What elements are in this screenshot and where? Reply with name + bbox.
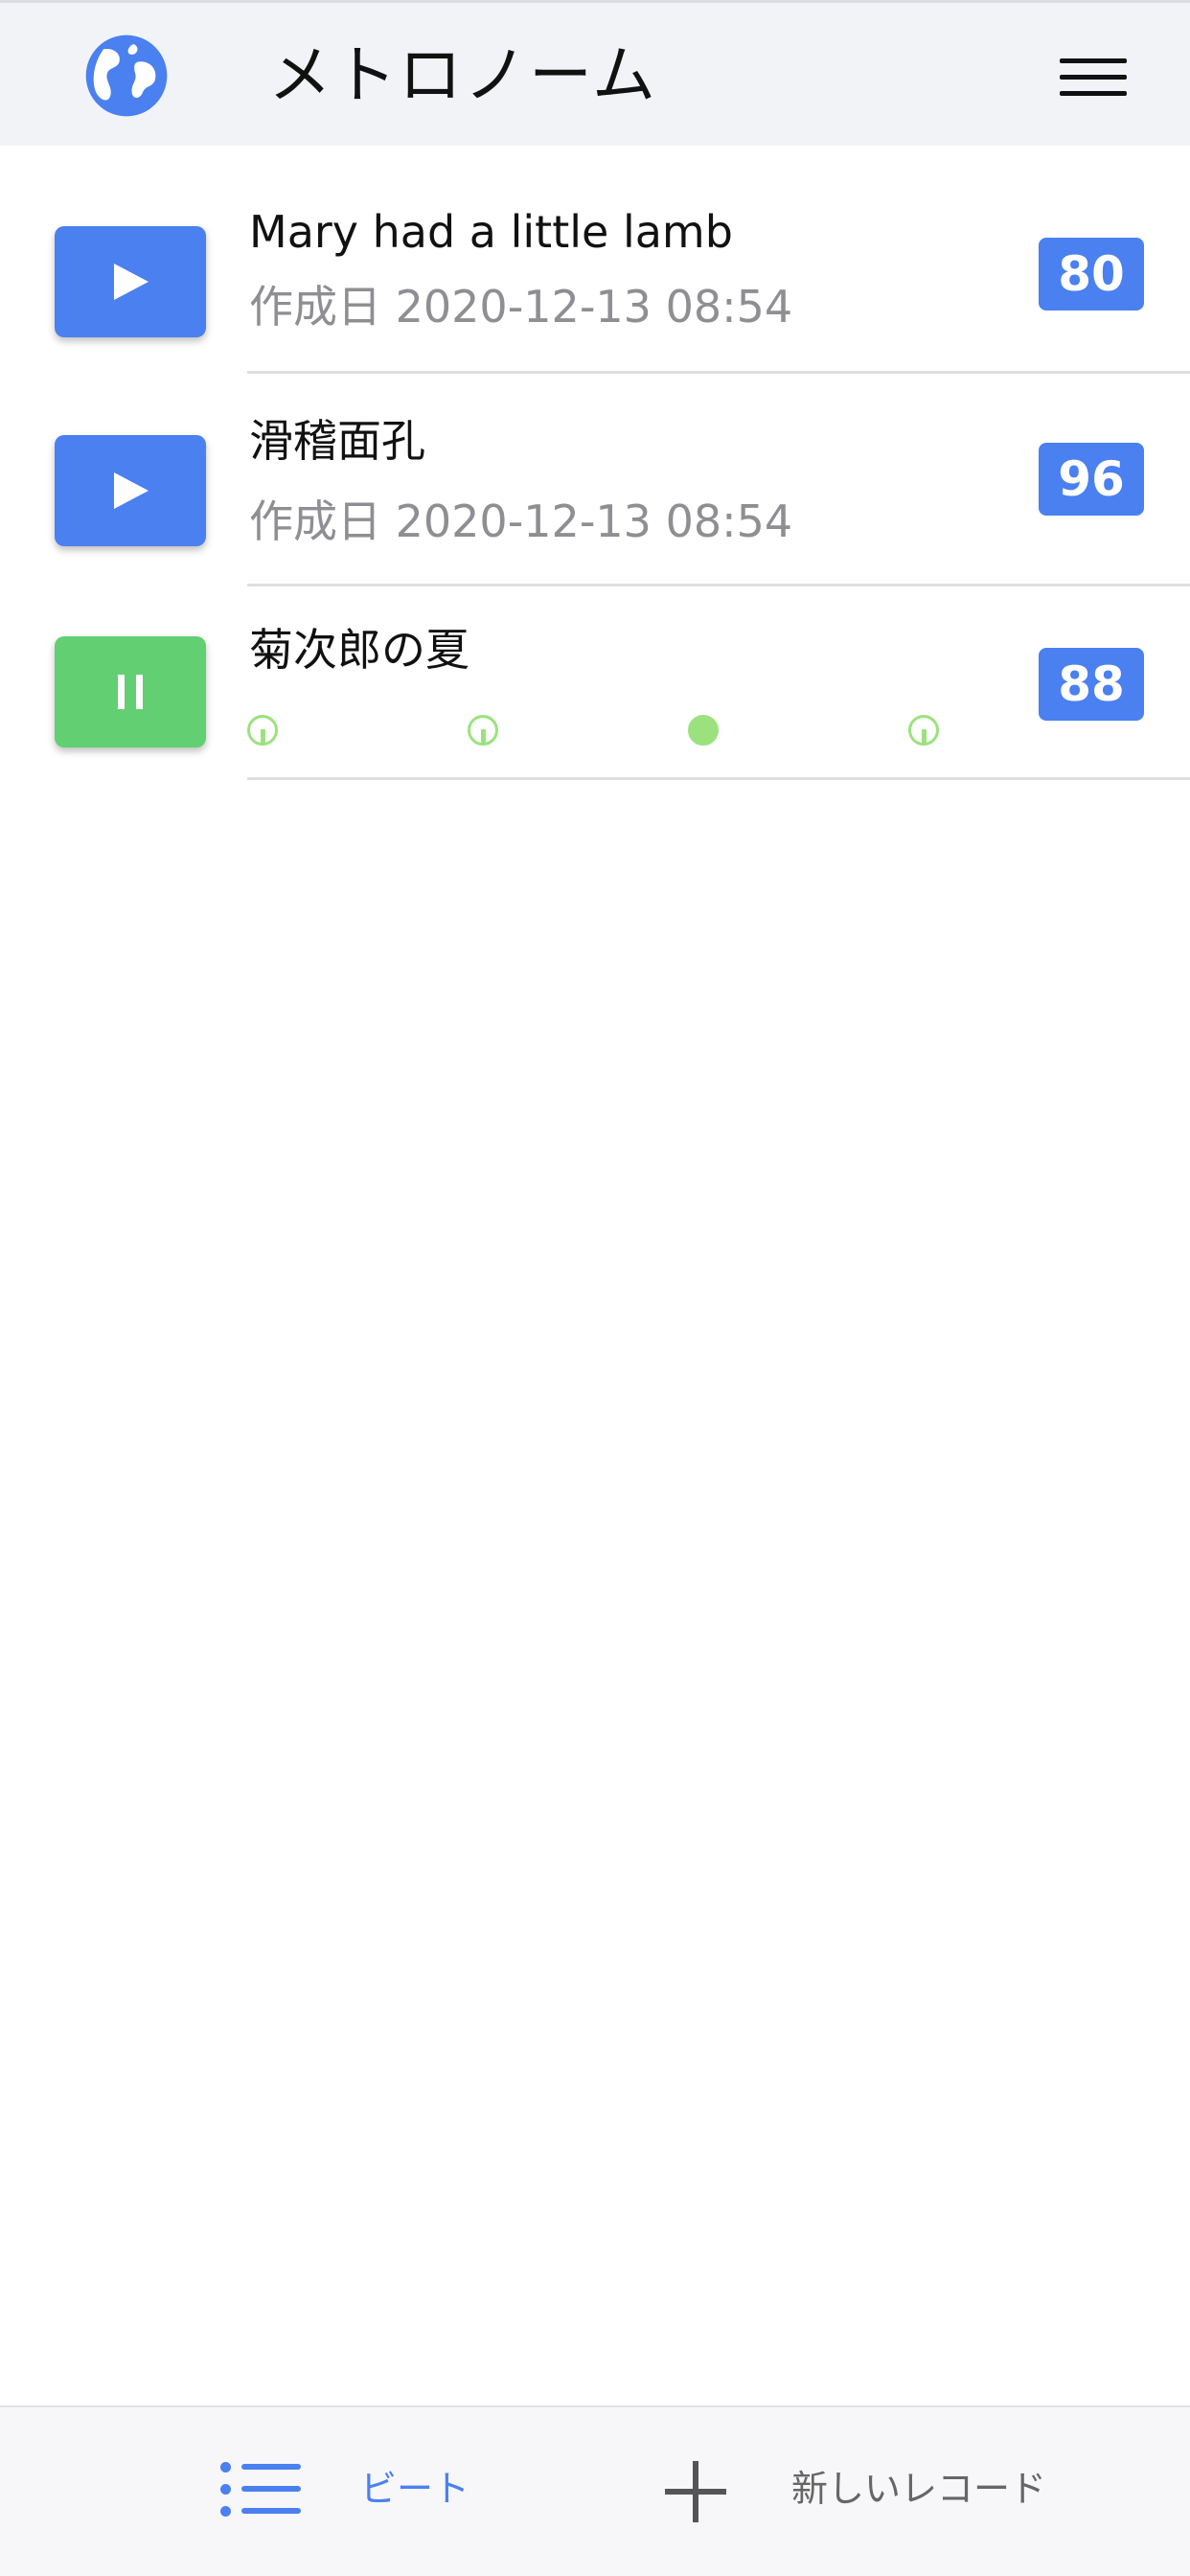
- beat-dot: [247, 715, 278, 746]
- divider: [247, 777, 1190, 780]
- record-created-date: 作成日 2020-12-13 08:54: [249, 495, 793, 547]
- tab-new-record[interactable]: 新しいレコード: [659, 2407, 1081, 2576]
- record-created-date: 作成日 2020-12-13 08:54: [249, 281, 793, 333]
- bpm-badge: 96: [1039, 443, 1144, 516]
- plus-icon: [665, 2461, 726, 2522]
- pause-icon: [118, 675, 143, 709]
- app-header: メトロノーム: [0, 0, 1190, 146]
- play-button[interactable]: [55, 226, 206, 337]
- play-icon: [114, 264, 149, 300]
- list-item[interactable]: 滑稽面孔 作成日 2020-12-13 08:54 96: [0, 374, 1190, 586]
- play-icon: [114, 472, 149, 509]
- record-title: Mary had a little lamb: [249, 206, 733, 258]
- beat-dot: [688, 715, 719, 746]
- pause-button[interactable]: [55, 636, 206, 748]
- list-item[interactable]: Mary had a little lamb 作成日 2020-12-13 08…: [0, 180, 1190, 374]
- play-button[interactable]: [55, 435, 206, 546]
- globe-icon[interactable]: [82, 32, 171, 120]
- bpm-badge: 80: [1039, 238, 1144, 310]
- beat-indicator: [247, 715, 975, 749]
- tab-new-record-label: 新しいレコード: [791, 2468, 1047, 2510]
- beat-dot: [468, 715, 498, 746]
- metronome-app: メトロノーム Mary had a little lamb 作成日 2020-1…: [0, 0, 1190, 2576]
- beat-dot: [908, 715, 939, 746]
- bottom-navigation: ビート 新しいレコード: [0, 2405, 1190, 2576]
- page-title: メトロノーム: [268, 38, 658, 112]
- list-item[interactable]: 菊次郎の夏 88: [0, 586, 1190, 780]
- tab-beats-label: ビート: [360, 2468, 470, 2510]
- record-title: 菊次郎の夏: [249, 624, 469, 676]
- hamburger-menu-icon[interactable]: [1060, 58, 1133, 101]
- list-icon: [220, 2461, 301, 2518]
- record-title: 滑稽面孔: [249, 415, 425, 467]
- tab-beats[interactable]: ビート: [211, 2407, 498, 2576]
- bpm-badge: 88: [1039, 648, 1144, 721]
